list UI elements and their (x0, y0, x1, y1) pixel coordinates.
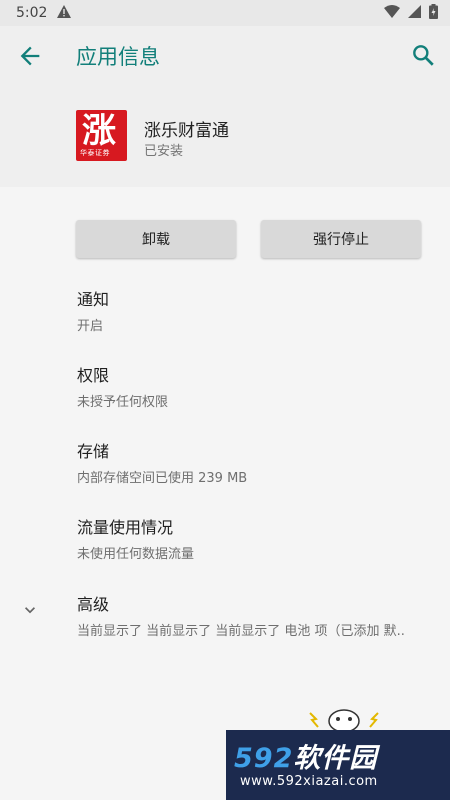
settings-item-title: 通知 (77, 290, 110, 309)
app-header: 涨 华泰证券 涨乐财富通 已安装 (0, 86, 450, 187)
status-bar: 5:02 (0, 0, 450, 26)
chevron-down-icon[interactable] (20, 600, 40, 620)
search-icon[interactable] (410, 42, 436, 68)
settings-item-summary: 未使用任何数据流量 (77, 547, 195, 562)
settings-item-advanced[interactable]: 高级 当前显示了 当前显示了 当前显示了 电池 项（已添加 默.. (77, 591, 427, 639)
settings-item-notifications[interactable]: 通知 开启 (77, 286, 437, 334)
watermark-banner: 592软件园 www.592xiazai.com (226, 730, 450, 800)
settings-item-summary: 开启 (77, 319, 104, 334)
signal-icon (408, 4, 421, 22)
watermark-brand: 592软件园 (234, 736, 377, 775)
watermark-brand-text: 软件园 (293, 743, 378, 774)
back-arrow-icon[interactable] (16, 42, 44, 70)
status-time: 5:02 (16, 5, 48, 21)
settings-item-title: 存储 (77, 442, 110, 461)
settings-item-title: 流量使用情况 (77, 518, 174, 537)
wifi-icon (384, 4, 400, 22)
settings-item-data-usage[interactable]: 流量使用情况 未使用任何数据流量 (77, 514, 437, 562)
force-stop-button[interactable]: 强行停止 (261, 220, 421, 258)
warning-icon (57, 4, 72, 22)
settings-item-summary: 未授予任何权限 (77, 395, 169, 410)
settings-item-title: 权限 (77, 366, 110, 385)
watermark-mascot-icon (304, 703, 384, 733)
battery-icon (429, 3, 438, 23)
settings-item-summary: 内部存储空间已使用 239 MB (77, 471, 248, 486)
settings-item-permissions[interactable]: 权限 未授予任何权限 (77, 362, 437, 410)
app-bar: 应用信息 (0, 26, 450, 86)
settings-item-title: 高级 (77, 595, 110, 614)
uninstall-button[interactable]: 卸载 (76, 220, 236, 258)
settings-item-summary: 当前显示了 当前显示了 当前显示了 电池 项（已添加 默.. (77, 624, 405, 639)
app-name: 涨乐财富通 (144, 121, 229, 141)
app-icon-glyph: 涨 (82, 111, 116, 151)
watermark-url: www.592xiazai.com (240, 774, 378, 789)
app-icon: 涨 华泰证券 (76, 110, 127, 161)
watermark-brand-number: 592 (234, 743, 294, 774)
app-icon-caption: 华泰证券 (80, 149, 110, 157)
page-title: 应用信息 (76, 45, 160, 69)
app-install-status: 已安装 (144, 144, 184, 159)
settings-item-storage[interactable]: 存储 内部存储空间已使用 239 MB (77, 438, 437, 486)
